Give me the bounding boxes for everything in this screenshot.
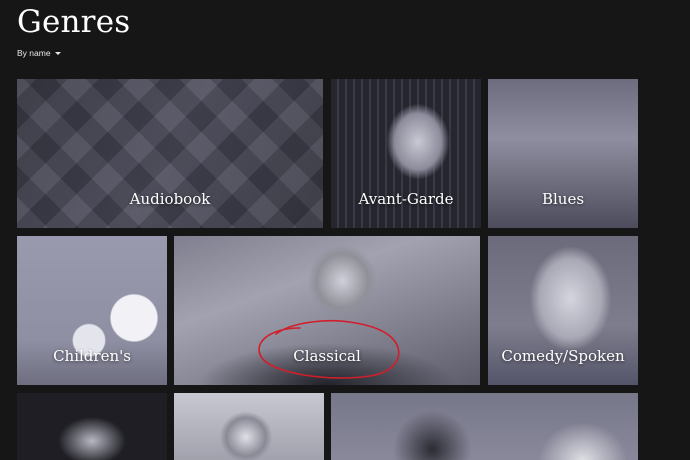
sort-label: By name bbox=[17, 48, 51, 58]
genre-tile-comedy-spoken[interactable]: Comedy/Spoken bbox=[488, 236, 638, 385]
genre-label: Classical bbox=[293, 347, 361, 365]
genre-tile-audiobook[interactable]: Audiobook bbox=[17, 79, 323, 228]
page-title: Genres bbox=[17, 4, 131, 40]
genre-tile-avant-garde[interactable]: Avant-Garde bbox=[331, 79, 481, 228]
genre-tile-blues[interactable]: Blues bbox=[488, 79, 638, 228]
genre-label: Avant-Garde bbox=[358, 190, 454, 208]
genre-tile-childrens[interactable]: Children's bbox=[17, 236, 167, 385]
genre-label: Comedy/Spoken bbox=[501, 347, 625, 365]
genre-label: Blues bbox=[541, 190, 585, 208]
annotation-circle bbox=[258, 319, 400, 379]
genre-tile[interactable] bbox=[331, 393, 638, 460]
genre-label: Audiobook bbox=[129, 190, 211, 208]
sort-dropdown[interactable]: By name bbox=[17, 48, 61, 58]
genre-tile[interactable] bbox=[174, 393, 324, 460]
genre-artwork bbox=[174, 393, 324, 460]
genre-label: Children's bbox=[53, 347, 131, 365]
genre-tile[interactable] bbox=[17, 393, 167, 460]
genre-artwork bbox=[17, 393, 167, 460]
genre-artwork bbox=[331, 393, 638, 460]
genres-page: Genres By name Audiobook Avant-Garde Blu… bbox=[0, 0, 690, 460]
caret-down-icon bbox=[54, 51, 61, 55]
genre-tile-classical[interactable]: Classical bbox=[174, 236, 480, 385]
